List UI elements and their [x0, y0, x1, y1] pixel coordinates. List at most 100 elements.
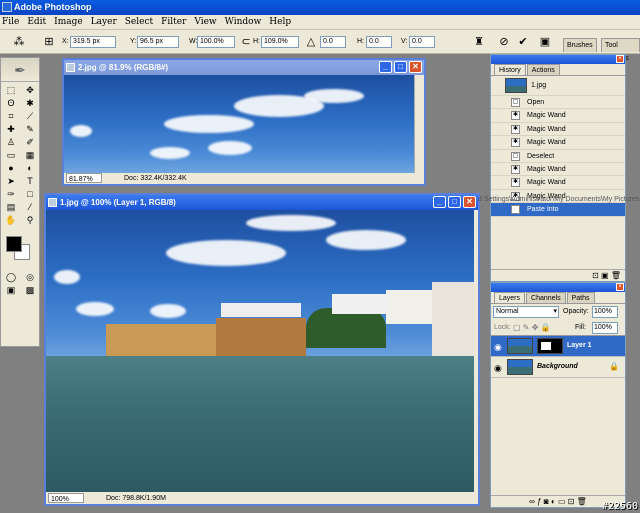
adjustment-layer-icon[interactable]: ◐	[551, 497, 556, 506]
document-window-1[interactable]: 1.jpg @ 100% (Layer 1, RGB/8) _ □ ✕ 100%…	[44, 193, 480, 506]
add-mask-icon[interactable]: ◙	[544, 497, 549, 506]
maximize-button[interactable]: □	[394, 61, 407, 73]
cancel-icon[interactable]: ⊘	[497, 35, 511, 49]
tab-layers[interactable]: Layers	[494, 292, 526, 303]
layer-row-layer1[interactable]: ◉ Layer 1	[491, 336, 625, 357]
gradient-tool-icon[interactable]: ▦	[21, 149, 39, 162]
new-document-icon[interactable]: ⊡	[592, 271, 599, 280]
screen-mode-standard-icon[interactable]: ▣	[2, 284, 20, 297]
width-field[interactable]: 100.0%	[197, 36, 235, 48]
eyedropper-tool-icon[interactable]: ⁄	[21, 201, 39, 214]
marquee-tool-icon[interactable]: ⬚	[2, 84, 20, 97]
panel-close-icon[interactable]: ×	[616, 55, 624, 63]
slice-tool-icon[interactable]: ⟋	[21, 110, 39, 123]
tab-actions[interactable]: Actions	[526, 64, 560, 75]
clone-stamp-tool-icon[interactable]: ♙	[2, 136, 20, 149]
menu-file[interactable]: File	[2, 17, 19, 27]
doc2-titlebar[interactable]: 2.jpg @ 81.9% (RGB/8#) _ □ ✕	[64, 60, 424, 75]
close-button[interactable]: ✕	[409, 61, 422, 73]
layer-row-background[interactable]: ◉ Background 🔒	[491, 357, 625, 378]
warp-icon[interactable]: ♜	[472, 35, 486, 49]
tab-channels[interactable]: Channels	[526, 292, 566, 303]
doc2-scrollbar[interactable]	[414, 75, 424, 173]
hand-tool-icon[interactable]: ✋	[2, 214, 20, 227]
layer-mask-thumbnail[interactable]	[537, 338, 563, 354]
brush-tool-icon[interactable]: ✎	[21, 123, 39, 136]
tab-history[interactable]: History	[494, 64, 526, 75]
doc1-canvas[interactable]	[46, 210, 476, 492]
lock-icons[interactable]: ▢ ✎ ✥ 🔒	[513, 323, 551, 332]
history-brush-tool-icon[interactable]: ✐	[21, 136, 39, 149]
rotate-field[interactable]: 0.0	[320, 36, 346, 48]
maximize-button[interactable]: □	[448, 196, 461, 208]
reference-point-icon[interactable]: ⊞	[42, 35, 56, 49]
history-item[interactable]: ▢ Deselect	[491, 150, 625, 163]
layer-style-icon[interactable]: ƒ	[537, 497, 541, 506]
history-item[interactable]: ▢ Open	[491, 96, 625, 110]
menu-filter[interactable]: Filter	[161, 17, 186, 27]
trash-icon[interactable]: 🗑	[611, 271, 621, 280]
y-field[interactable]: 96.5 px	[137, 36, 179, 48]
fill-field[interactable]: 100%	[592, 322, 618, 334]
new-snapshot-icon[interactable]: ▣	[601, 271, 609, 280]
opacity-field[interactable]: 100%	[592, 306, 618, 318]
new-group-icon[interactable]: ▭	[558, 497, 566, 506]
tab-tool-presets[interactable]: Tool Presets	[601, 38, 640, 62]
healing-brush-tool-icon[interactable]: ✚	[2, 123, 20, 136]
history-item[interactable]: ✱ Magic Wand	[491, 109, 625, 123]
history-item-selected[interactable]: ▤ Paste Into	[491, 203, 625, 217]
quick-mask-icon[interactable]: ◎	[21, 271, 39, 284]
height-field[interactable]: 109.0%	[261, 36, 299, 48]
shape-tool-icon[interactable]: □	[21, 188, 39, 201]
menu-window[interactable]: Window	[225, 17, 262, 27]
trash-icon[interactable]: 🗑	[577, 497, 587, 506]
new-layer-icon[interactable]: ⊡	[568, 497, 575, 506]
dodge-tool-icon[interactable]: ◐	[21, 162, 39, 175]
minimize-button[interactable]: _	[433, 196, 446, 208]
x-field[interactable]: 319.5 px	[70, 36, 116, 48]
document-window-2[interactable]: 2.jpg @ 81.9% (RGB/8#) _ □ ✕ 81.87% Doc:…	[62, 58, 426, 186]
menu-edit[interactable]: Edit	[27, 17, 46, 27]
menu-select[interactable]: Select	[125, 17, 153, 27]
standard-mode-icon[interactable]: ◯	[2, 271, 20, 284]
type-tool-icon[interactable]: T	[21, 175, 39, 188]
history-panel-titlebar[interactable]: ×	[491, 55, 625, 64]
commit-icon[interactable]: ✔	[516, 35, 530, 49]
notes-tool-icon[interactable]: ▤	[2, 201, 20, 214]
tab-brushes[interactable]: Brushes	[563, 38, 597, 52]
close-button[interactable]: ✕	[463, 196, 476, 208]
eye-icon[interactable]: ◉	[494, 363, 502, 374]
path-selection-tool-icon[interactable]: ➤	[2, 175, 20, 188]
blur-tool-icon[interactable]: ●	[2, 162, 20, 175]
menu-image[interactable]: Image	[54, 17, 83, 27]
link-icon[interactable]: ⊂	[239, 35, 253, 49]
eye-icon[interactable]: ◉	[494, 342, 502, 353]
menu-view[interactable]: View	[194, 17, 216, 27]
palette-well-icon[interactable]: ▣	[538, 35, 552, 49]
doc2-zoom-field[interactable]: 81.87%	[66, 173, 102, 183]
eraser-tool-icon[interactable]: ▭	[2, 149, 20, 162]
tab-paths[interactable]: Paths	[566, 292, 595, 303]
move-tool-icon[interactable]: ✥	[21, 84, 39, 97]
zoom-tool-icon[interactable]: ⚲	[21, 214, 39, 227]
history-snapshot[interactable]: 1.jpg	[491, 76, 625, 96]
lasso-tool-icon[interactable]: ʘ	[2, 97, 20, 110]
doc2-canvas[interactable]	[64, 75, 416, 173]
blend-mode-select[interactable]: Normal ▾	[493, 306, 559, 318]
history-item[interactable]: ✱ Magic Wand	[491, 136, 625, 150]
panel-close-icon[interactable]: ×	[616, 283, 624, 291]
pen-tool-icon[interactable]: ✑	[2, 188, 20, 201]
crop-tool-icon[interactable]: ⌗	[2, 110, 20, 123]
magic-wand-tool-icon[interactable]: ✱	[21, 97, 39, 110]
hskew-field[interactable]: 0.0	[366, 36, 392, 48]
transform-grid-icon[interactable]: ⁂	[12, 35, 26, 49]
link-layers-icon[interactable]: ∞	[529, 497, 535, 506]
doc1-zoom-field[interactable]: 100%	[48, 493, 84, 503]
vskew-field[interactable]: 0.0	[409, 36, 435, 48]
menu-layer[interactable]: Layer	[91, 17, 117, 27]
history-item[interactable]: ✱ Magic Wand	[491, 176, 625, 190]
history-item[interactable]: ✱ Magic Wand	[491, 123, 625, 137]
screen-mode-full-icon[interactable]: ▩	[21, 284, 39, 297]
history-item[interactable]: ✱ Magic Wand	[491, 163, 625, 177]
menu-help[interactable]: Help	[269, 17, 291, 27]
